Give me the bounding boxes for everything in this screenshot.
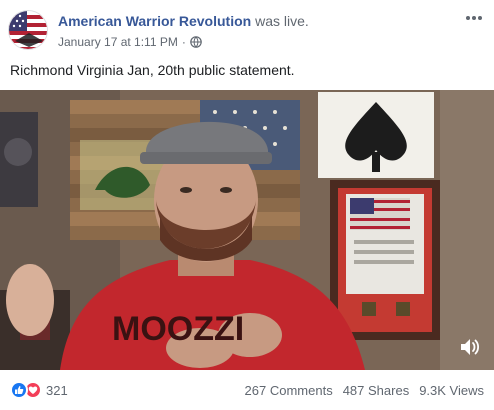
shirt-text: MOOZZI bbox=[112, 310, 244, 348]
post-text: Richmond Virginia Jan, 20th public state… bbox=[10, 62, 295, 78]
page-avatar[interactable] bbox=[8, 10, 48, 50]
speaker-icon[interactable] bbox=[458, 336, 480, 358]
author-name-link[interactable]: American Warrior Revolution bbox=[58, 13, 251, 29]
comments-count-link[interactable]: 267 Comments bbox=[245, 383, 333, 398]
reactions-summary[interactable]: 321 bbox=[10, 381, 68, 399]
post-footer: 321 267 Comments 487 Shares 9.3K Views bbox=[0, 370, 494, 410]
post-timestamp[interactable]: January 17 at 1:11 PM bbox=[58, 35, 178, 49]
meta-separator: · bbox=[181, 35, 186, 49]
video-frame: MOOZZI bbox=[0, 90, 494, 370]
like-icon bbox=[10, 381, 28, 399]
reaction-icons bbox=[10, 381, 42, 399]
flag-avatar-image bbox=[9, 11, 47, 49]
live-video-player[interactable]: MOOZZI bbox=[0, 90, 494, 370]
flag-shadow-box-image bbox=[330, 180, 440, 340]
post-meta: January 17 at 1:11 PM · bbox=[58, 35, 202, 49]
shares-count-link[interactable]: 487 Shares bbox=[343, 383, 410, 398]
live-status-text: was live. bbox=[255, 13, 309, 29]
spade-artwork-image bbox=[318, 92, 434, 178]
globe-icon[interactable] bbox=[190, 36, 202, 48]
reaction-count: 321 bbox=[46, 382, 68, 398]
views-count: 9.3K Views bbox=[419, 382, 484, 398]
engagement-stats: 267 Comments 487 Shares 9.3K Views bbox=[245, 383, 484, 398]
more-options-icon[interactable] bbox=[462, 8, 486, 28]
post-header: American Warrior Revolution was live. Ja… bbox=[0, 0, 494, 58]
author-line: American Warrior Revolution was live. bbox=[58, 13, 309, 29]
